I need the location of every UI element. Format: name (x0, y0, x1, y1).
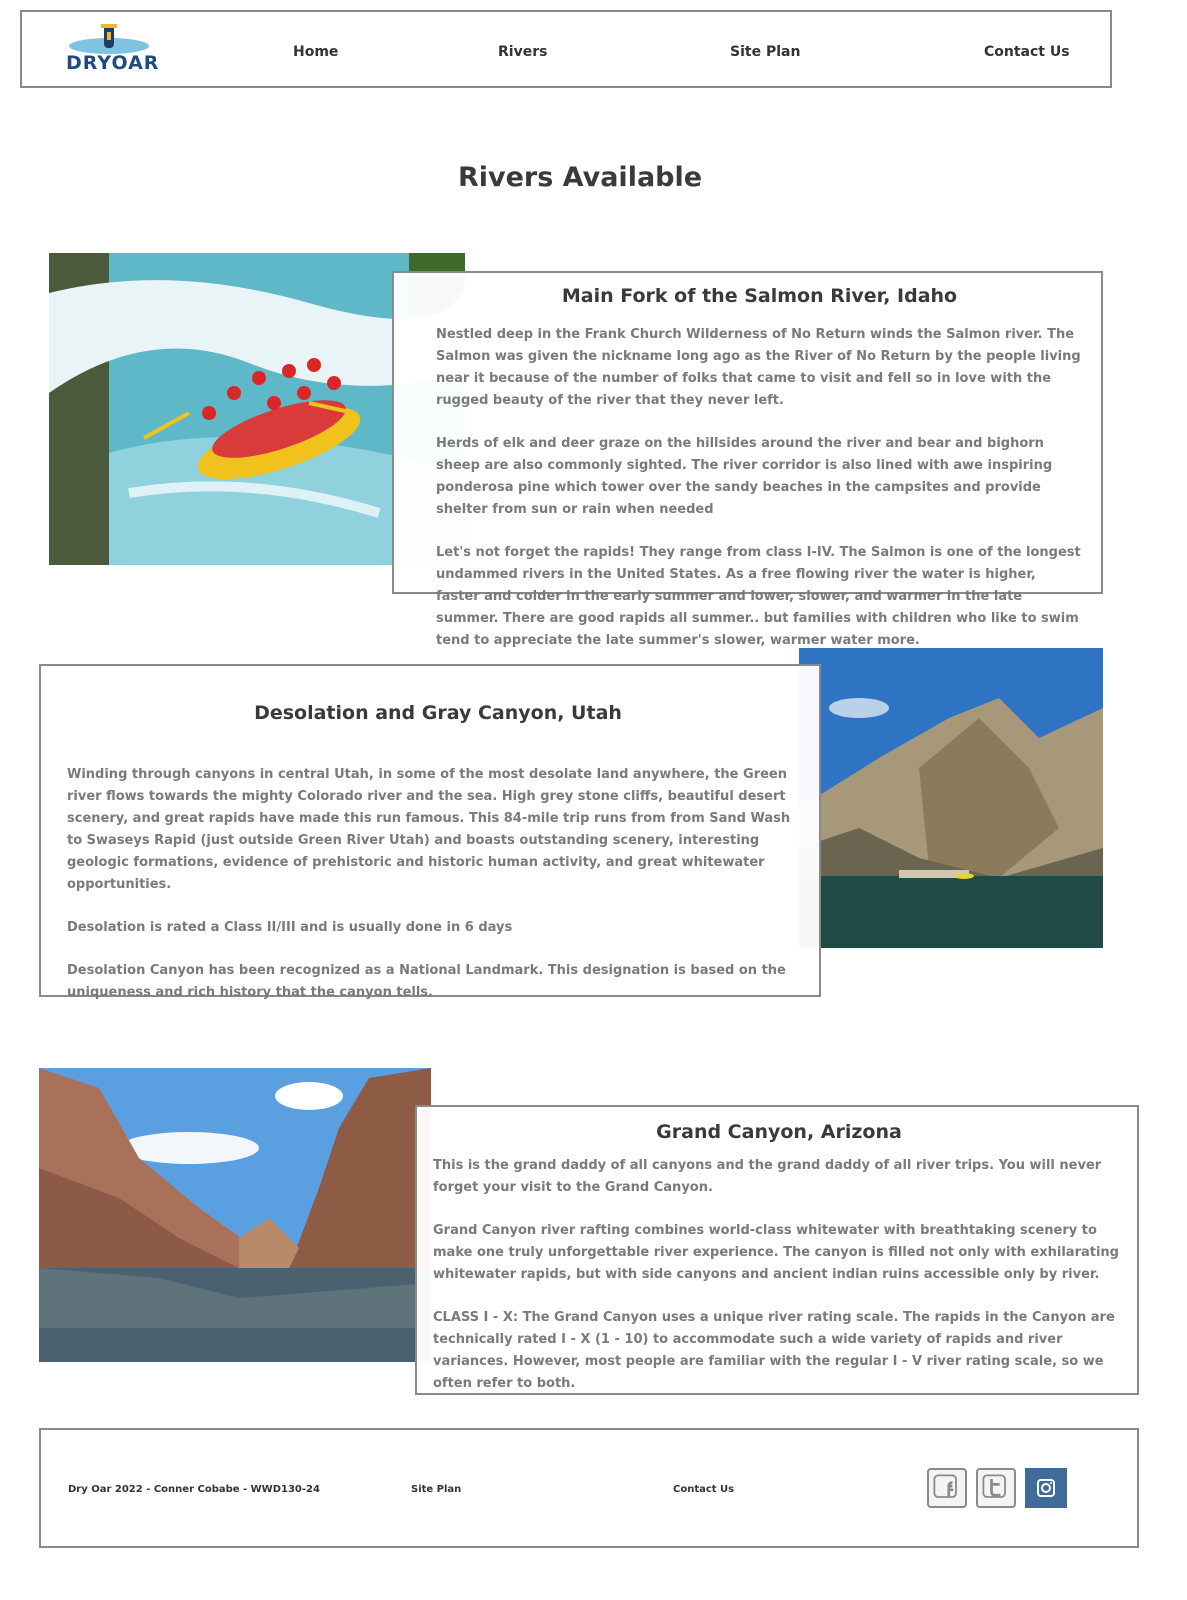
salmon-river-paragraph: Let's not forget the rapids! They range … (436, 545, 1081, 648)
nav-home[interactable]: Home (293, 44, 338, 60)
desolation-canyon-paragraph: Winding through canyons in central Utah,… (67, 767, 791, 892)
salmon-river-paragraph: Nestled deep in the Frank Church Wildern… (436, 327, 1081, 408)
grand-canyon-card: Grand Canyon, Arizona This is the grand … (415, 1105, 1139, 1395)
instagram-icon[interactable] (1025, 1468, 1067, 1508)
desolation-canyon-photo (799, 648, 1103, 948)
desolation-canyon-title: Desolation and Gray Canyon, Utah (254, 702, 622, 724)
nav-site-plan[interactable]: Site Plan (730, 44, 800, 60)
salmon-river-paragraph: Herds of elk and deer graze on the hills… (436, 436, 1053, 517)
desolation-canyon-paragraph: Desolation is rated a Class II/III and i… (67, 920, 513, 935)
dry-oar-logo[interactable]: DRYOAR (66, 24, 160, 74)
footer-contact-link[interactable]: Contact Us (673, 1484, 734, 1495)
nav-contact-us[interactable]: Contact Us (984, 44, 1070, 60)
facebook-icon[interactable] (927, 1468, 967, 1508)
grand-canyon-title: Grand Canyon, Arizona (656, 1121, 902, 1143)
desolation-canyon-paragraph: Desolation Canyon has been recognized as… (67, 963, 786, 1000)
site-header: DRYOAR Home Rivers Site Plan Contact Us (20, 10, 1112, 88)
page-title: Rivers Available (457, 162, 703, 193)
footer-copyright: Dry Oar 2022 - Conner Cobabe - WWD130-24 (68, 1484, 320, 1495)
grand-canyon-photo (39, 1068, 431, 1362)
twitter-icon[interactable] (976, 1468, 1016, 1508)
nav-rivers[interactable]: Rivers (498, 44, 547, 60)
logo-text: DRYOAR (66, 52, 160, 74)
desolation-canyon-card: Desolation and Gray Canyon, Utah Winding… (39, 664, 821, 1000)
site-footer: Dry Oar 2022 - Conner Cobabe - WWD130-24… (39, 1428, 1139, 1548)
footer-site-plan-link[interactable]: Site Plan (411, 1484, 461, 1495)
grand-canyon-paragraph: Grand Canyon river rafting combines worl… (433, 1223, 1119, 1282)
salmon-river-card: Main Fork of the Salmon River, Idaho Nes… (392, 271, 1103, 648)
salmon-river-title: Main Fork of the Salmon River, Idaho (561, 285, 958, 307)
grand-canyon-paragraph: CLASS I - X: The Grand Canyon uses a uni… (433, 1310, 1115, 1391)
grand-canyon-paragraph: This is the grand daddy of all canyons a… (433, 1158, 1102, 1195)
